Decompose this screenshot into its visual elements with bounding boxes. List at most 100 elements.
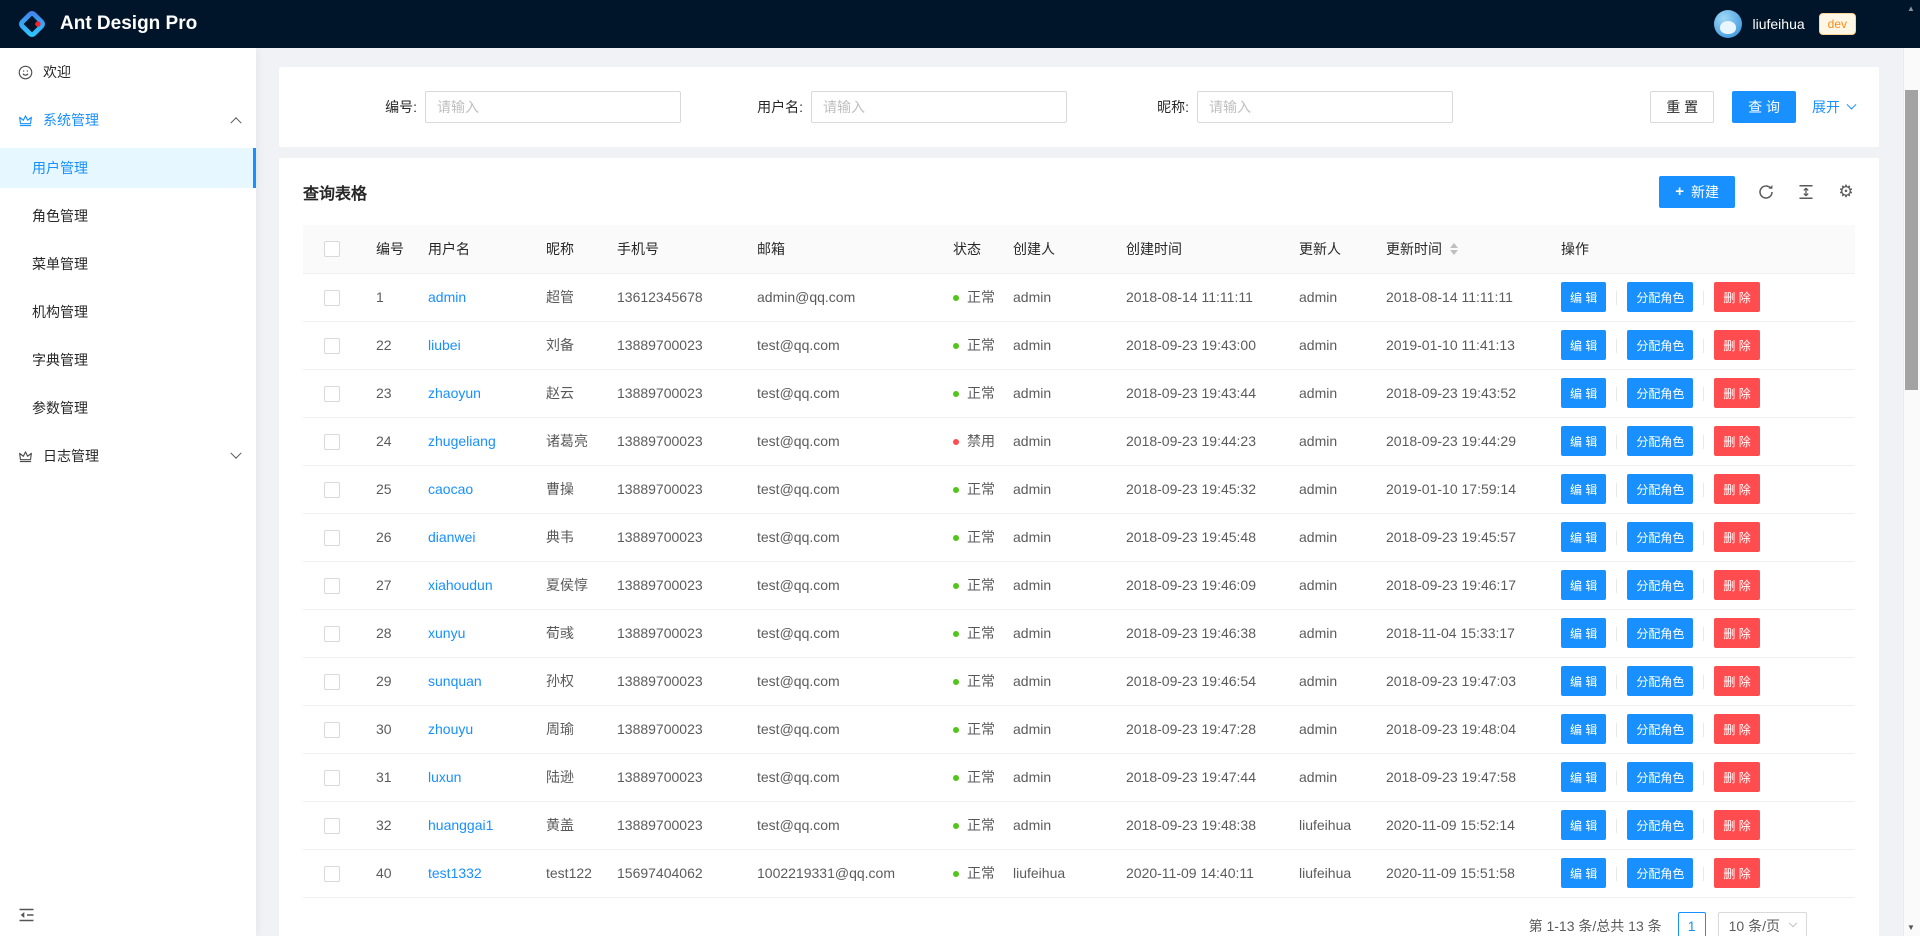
assign-role-button[interactable]: 分配角色 <box>1627 474 1693 504</box>
sidebar-item-param-management[interactable]: 参数管理 <box>0 388 256 428</box>
page-size-select[interactable]: 10 条/页 <box>1718 912 1807 936</box>
assign-role-button[interactable]: 分配角色 <box>1627 666 1693 696</box>
scrollbar-down-arrow[interactable]: ▼ <box>1907 924 1915 932</box>
user-name[interactable]: liufeihua <box>1752 16 1804 32</box>
delete-button[interactable]: 删 除 <box>1714 618 1759 648</box>
search-button[interactable]: 查 询 <box>1732 91 1796 123</box>
assign-role-button[interactable]: 分配角色 <box>1627 858 1693 888</box>
username-link[interactable]: caocao <box>428 481 473 497</box>
cell-creator: admin <box>997 657 1110 705</box>
row-checkbox[interactable] <box>324 722 340 738</box>
edit-button[interactable]: 编 辑 <box>1561 810 1606 840</box>
delete-button[interactable]: 删 除 <box>1714 570 1759 600</box>
assign-role-button[interactable]: 分配角色 <box>1627 762 1693 792</box>
delete-button[interactable]: 删 除 <box>1714 810 1759 840</box>
sidebar-item-menu-management[interactable]: 菜单管理 <box>0 244 256 284</box>
row-checkbox[interactable] <box>324 818 340 834</box>
edit-button[interactable]: 编 辑 <box>1561 666 1606 696</box>
new-button[interactable]: + 新建 <box>1659 176 1735 208</box>
density-icon[interactable] <box>1797 183 1815 201</box>
row-checkbox[interactable] <box>324 338 340 354</box>
edit-button[interactable]: 编 辑 <box>1561 522 1606 552</box>
username-link[interactable]: xunyu <box>428 625 465 641</box>
assign-role-button[interactable]: 分配角色 <box>1627 810 1693 840</box>
row-checkbox[interactable] <box>324 386 340 402</box>
edit-button[interactable]: 编 辑 <box>1561 474 1606 504</box>
username-link[interactable]: liubei <box>428 337 461 353</box>
username-link[interactable]: xiahoudun <box>428 577 493 593</box>
expand-link[interactable]: 展开 <box>1812 97 1855 117</box>
select-all-checkbox[interactable] <box>324 241 340 257</box>
username-link[interactable]: test1332 <box>428 865 482 881</box>
delete-button[interactable]: 删 除 <box>1714 522 1759 552</box>
edit-button[interactable]: 编 辑 <box>1561 762 1606 792</box>
sidebar-item-dict-management[interactable]: 字典管理 <box>0 340 256 380</box>
nickname-field[interactable] <box>1197 91 1453 123</box>
assign-role-button[interactable]: 分配角色 <box>1627 282 1693 312</box>
reload-icon[interactable] <box>1757 183 1775 201</box>
scrollbar-thumb[interactable] <box>1905 90 1918 390</box>
row-checkbox[interactable] <box>324 866 340 882</box>
row-checkbox[interactable] <box>324 770 340 786</box>
username-link[interactable]: luxun <box>428 769 461 785</box>
sorter-icon[interactable] <box>1450 243 1458 255</box>
sidebar-item-user-management[interactable]: 用户管理 <box>0 148 256 188</box>
row-checkbox[interactable] <box>324 578 340 594</box>
edit-button[interactable]: 编 辑 <box>1561 858 1606 888</box>
settings-gear-icon[interactable]: ⚙ <box>1837 183 1855 201</box>
scrollbar-up-arrow[interactable]: ▲ <box>1907 5 1915 13</box>
delete-button[interactable]: 删 除 <box>1714 282 1759 312</box>
action-divider <box>1703 387 1704 401</box>
edit-button[interactable]: 编 辑 <box>1561 618 1606 648</box>
edit-button[interactable]: 编 辑 <box>1561 570 1606 600</box>
delete-button[interactable]: 删 除 <box>1714 762 1759 792</box>
delete-button[interactable]: 删 除 <box>1714 714 1759 744</box>
pagination-page-1[interactable]: 1 <box>1678 912 1706 936</box>
reset-button[interactable]: 重 置 <box>1650 91 1714 123</box>
edit-button[interactable]: 编 辑 <box>1561 714 1606 744</box>
status-dot <box>953 727 959 733</box>
assign-role-button[interactable]: 分配角色 <box>1627 522 1693 552</box>
delete-button[interactable]: 删 除 <box>1714 378 1759 408</box>
assign-role-button[interactable]: 分配角色 <box>1627 570 1693 600</box>
logo[interactable]: Ant Design Pro <box>16 8 197 40</box>
username-link[interactable]: zhouyu <box>428 721 473 737</box>
row-checkbox[interactable] <box>324 434 340 450</box>
sidebar-item-role-management[interactable]: 角色管理 <box>0 196 256 236</box>
delete-button[interactable]: 删 除 <box>1714 474 1759 504</box>
menu-fold-icon[interactable] <box>18 907 35 923</box>
sidebar-item-label: 菜单管理 <box>32 254 88 274</box>
username-link[interactable]: huanggai1 <box>428 817 493 833</box>
username-link[interactable]: sunquan <box>428 673 482 689</box>
delete-button[interactable]: 删 除 <box>1714 330 1759 360</box>
assign-role-button[interactable]: 分配角色 <box>1627 378 1693 408</box>
row-checkbox[interactable] <box>324 530 340 546</box>
sidebar-item-welcome[interactable]: 欢迎 <box>0 52 256 92</box>
avatar[interactable] <box>1714 10 1742 38</box>
row-checkbox[interactable] <box>324 674 340 690</box>
assign-role-button[interactable]: 分配角色 <box>1627 714 1693 744</box>
row-checkbox[interactable] <box>324 290 340 306</box>
username-link[interactable]: zhaoyun <box>428 385 481 401</box>
username-link[interactable]: zhugeliang <box>428 433 496 449</box>
username-field[interactable] <box>811 91 1067 123</box>
id-field[interactable] <box>425 91 681 123</box>
edit-button[interactable]: 编 辑 <box>1561 378 1606 408</box>
edit-button[interactable]: 编 辑 <box>1561 282 1606 312</box>
row-checkbox[interactable] <box>324 626 340 642</box>
assign-role-button[interactable]: 分配角色 <box>1627 618 1693 648</box>
username-link[interactable]: dianwei <box>428 529 475 545</box>
delete-button[interactable]: 删 除 <box>1714 858 1759 888</box>
edit-button[interactable]: 编 辑 <box>1561 330 1606 360</box>
row-checkbox[interactable] <box>324 482 340 498</box>
delete-button[interactable]: 删 除 <box>1714 426 1759 456</box>
sidebar-item-org-management[interactable]: 机构管理 <box>0 292 256 332</box>
assign-role-button[interactable]: 分配角色 <box>1627 330 1693 360</box>
username-link[interactable]: admin <box>428 289 466 305</box>
edit-button[interactable]: 编 辑 <box>1561 426 1606 456</box>
col-update-time[interactable]: 更新时间 <box>1370 225 1545 273</box>
delete-button[interactable]: 删 除 <box>1714 666 1759 696</box>
sidebar-item-log-management[interactable]: 日志管理 <box>0 436 256 476</box>
assign-role-button[interactable]: 分配角色 <box>1627 426 1693 456</box>
sidebar-item-system-management[interactable]: 系统管理 <box>0 100 256 140</box>
